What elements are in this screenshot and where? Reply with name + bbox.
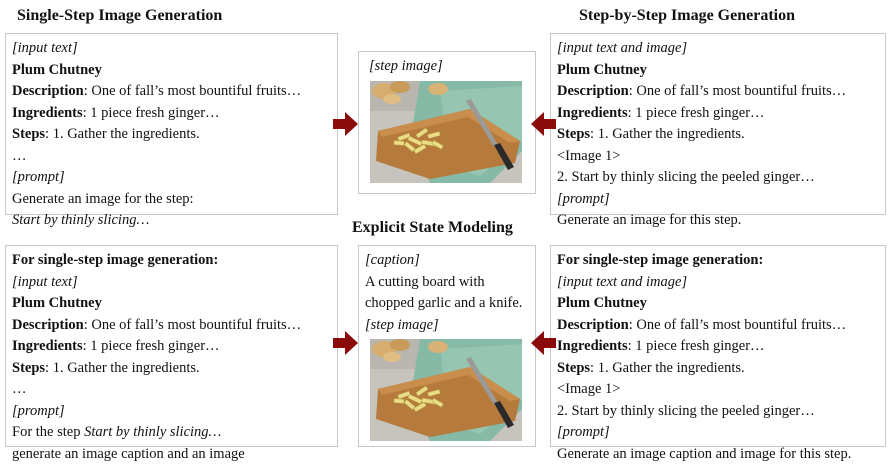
- ingredients-label: Ingredients: [12, 338, 83, 354]
- recipe-title: Plum Chutney: [557, 293, 879, 315]
- ellipsis-line: …: [12, 379, 331, 401]
- prompt-tag: [prompt]: [12, 401, 331, 423]
- prompt-line-2: generate an image caption and an image: [12, 444, 331, 465]
- step-image-tag: [step image]: [365, 315, 529, 337]
- step-2-text: 2. Start by thinly slicing the peeled gi…: [557, 167, 879, 189]
- explicit-step-by-step-box: For single-step image generation: [input…: [550, 245, 886, 447]
- steps-label: Steps: [12, 360, 45, 376]
- caption-line-1: A cutting board with: [365, 272, 529, 294]
- steps-text: : 1. Gather the ingredients.: [45, 126, 200, 142]
- prompt-line-1: Generate an image caption and image for …: [557, 444, 879, 465]
- heading-single-step: Single-Step Image Generation: [17, 7, 222, 25]
- steps-text: : 1. Gather the ingredients.: [45, 360, 200, 376]
- description-line: Description: One of fall’s most bountifu…: [557, 315, 879, 337]
- steps-line: Steps: 1. Gather the ingredients.: [557, 124, 879, 146]
- input-text-image-tag: [input text and image]: [557, 38, 879, 60]
- steps-text: : 1. Gather the ingredients.: [590, 126, 745, 142]
- caption-line-2: chopped garlic and a knife.: [365, 293, 529, 315]
- steps-label: Steps: [12, 126, 45, 142]
- description-line: Description: One of fall’s most bountifu…: [12, 315, 331, 337]
- steps-label: Steps: [557, 126, 590, 142]
- ingredients-text: : 1 piece fresh ginger…: [83, 105, 220, 121]
- image-reference: <Image 1>: [557, 379, 879, 401]
- recipe-title: Plum Chutney: [12, 60, 331, 82]
- explicit-single-step-box: For single-step image generation: [input…: [5, 245, 338, 447]
- caption-tag: [caption]: [365, 250, 529, 272]
- description-label: Description: [557, 317, 629, 333]
- prompt-line-1: Generate an image for the step:: [12, 189, 331, 211]
- input-text-tag: [input text]: [12, 272, 331, 294]
- description-label: Description: [12, 83, 84, 99]
- description-text: : One of fall’s most bountiful fruits…: [84, 317, 301, 333]
- steps-text: : 1. Gather the ingredients.: [590, 360, 745, 376]
- description-text: : One of fall’s most bountiful fruits…: [629, 83, 846, 99]
- prompt-step-italic: Start by thinly slicing…: [84, 424, 221, 440]
- ingredients-label: Ingredients: [12, 105, 83, 121]
- heading-step-by-step: Step-by-Step Image Generation: [579, 7, 795, 25]
- top-step-image-box: [step image]: [358, 51, 536, 194]
- prompt-line-1: Generate an image for this step.: [557, 210, 879, 232]
- ingredients-text: : 1 piece fresh ginger…: [628, 105, 765, 121]
- description-line: Description: One of fall’s most bountifu…: [12, 81, 331, 103]
- ingredients-line: Ingredients: 1 piece fresh ginger…: [12, 336, 331, 358]
- prompt-line-2: Start by thinly slicing…: [12, 210, 331, 232]
- cutting-board-image: [370, 81, 522, 183]
- description-label: Description: [557, 83, 629, 99]
- prompt-tag: [prompt]: [557, 189, 879, 211]
- ingredients-label: Ingredients: [557, 338, 628, 354]
- prompt-tag: [prompt]: [557, 422, 879, 444]
- arrow-right-icon: [333, 330, 359, 356]
- description-text: : One of fall’s most bountiful fruits…: [629, 317, 846, 333]
- steps-line: Steps: 1. Gather the ingredients.: [12, 124, 331, 146]
- steps-line: Steps: 1. Gather the ingredients.: [557, 358, 879, 380]
- recipe-title: Plum Chutney: [557, 60, 879, 82]
- ingredients-line: Ingredients: 1 piece fresh ginger…: [557, 336, 879, 358]
- ingredients-text: : 1 piece fresh ginger…: [83, 338, 220, 354]
- ingredients-line: Ingredients: 1 piece fresh ginger…: [557, 103, 879, 125]
- ellipsis-line: …: [12, 146, 331, 168]
- input-text-tag: [input text]: [12, 38, 331, 60]
- ingredients-line: Ingredients: 1 piece fresh ginger…: [12, 103, 331, 125]
- step-image: [370, 339, 522, 441]
- image-reference: <Image 1>: [557, 146, 879, 168]
- caption-and-image-box: [caption] A cutting board with chopped g…: [358, 245, 536, 447]
- description-label: Description: [12, 317, 84, 333]
- cutting-board-image: [370, 339, 522, 441]
- description-line: Description: One of fall’s most bountifu…: [557, 81, 879, 103]
- step-2-text: 2. Start by thinly slicing the peeled gi…: [557, 401, 879, 423]
- box-header: For single-step image generation:: [12, 250, 331, 272]
- ingredients-text: : 1 piece fresh ginger…: [628, 338, 765, 354]
- arrow-right-icon: [333, 111, 359, 137]
- steps-label: Steps: [557, 360, 590, 376]
- prompt-prefix: For the step: [12, 424, 84, 440]
- arrow-left-icon: [530, 111, 556, 137]
- box-header: For single-step image generation:: [557, 250, 879, 272]
- arrow-left-icon: [530, 330, 556, 356]
- ingredients-label: Ingredients: [557, 105, 628, 121]
- input-text-image-tag: [input text and image]: [557, 272, 879, 294]
- recipe-title: Plum Chutney: [12, 293, 331, 315]
- prompt-tag: [prompt]: [12, 167, 331, 189]
- single-step-input-box: [input text] Plum Chutney Description: O…: [5, 33, 338, 215]
- step-image-tag: [step image]: [369, 56, 527, 78]
- prompt-line-1: For the step Start by thinly slicing…: [12, 422, 331, 444]
- steps-line: Steps: 1. Gather the ingredients.: [12, 358, 331, 380]
- description-text: : One of fall’s most bountiful fruits…: [84, 83, 301, 99]
- step-image: [370, 81, 522, 183]
- step-by-step-input-box: [input text and image] Plum Chutney Desc…: [550, 33, 886, 215]
- heading-explicit-state: Explicit State Modeling: [352, 219, 513, 237]
